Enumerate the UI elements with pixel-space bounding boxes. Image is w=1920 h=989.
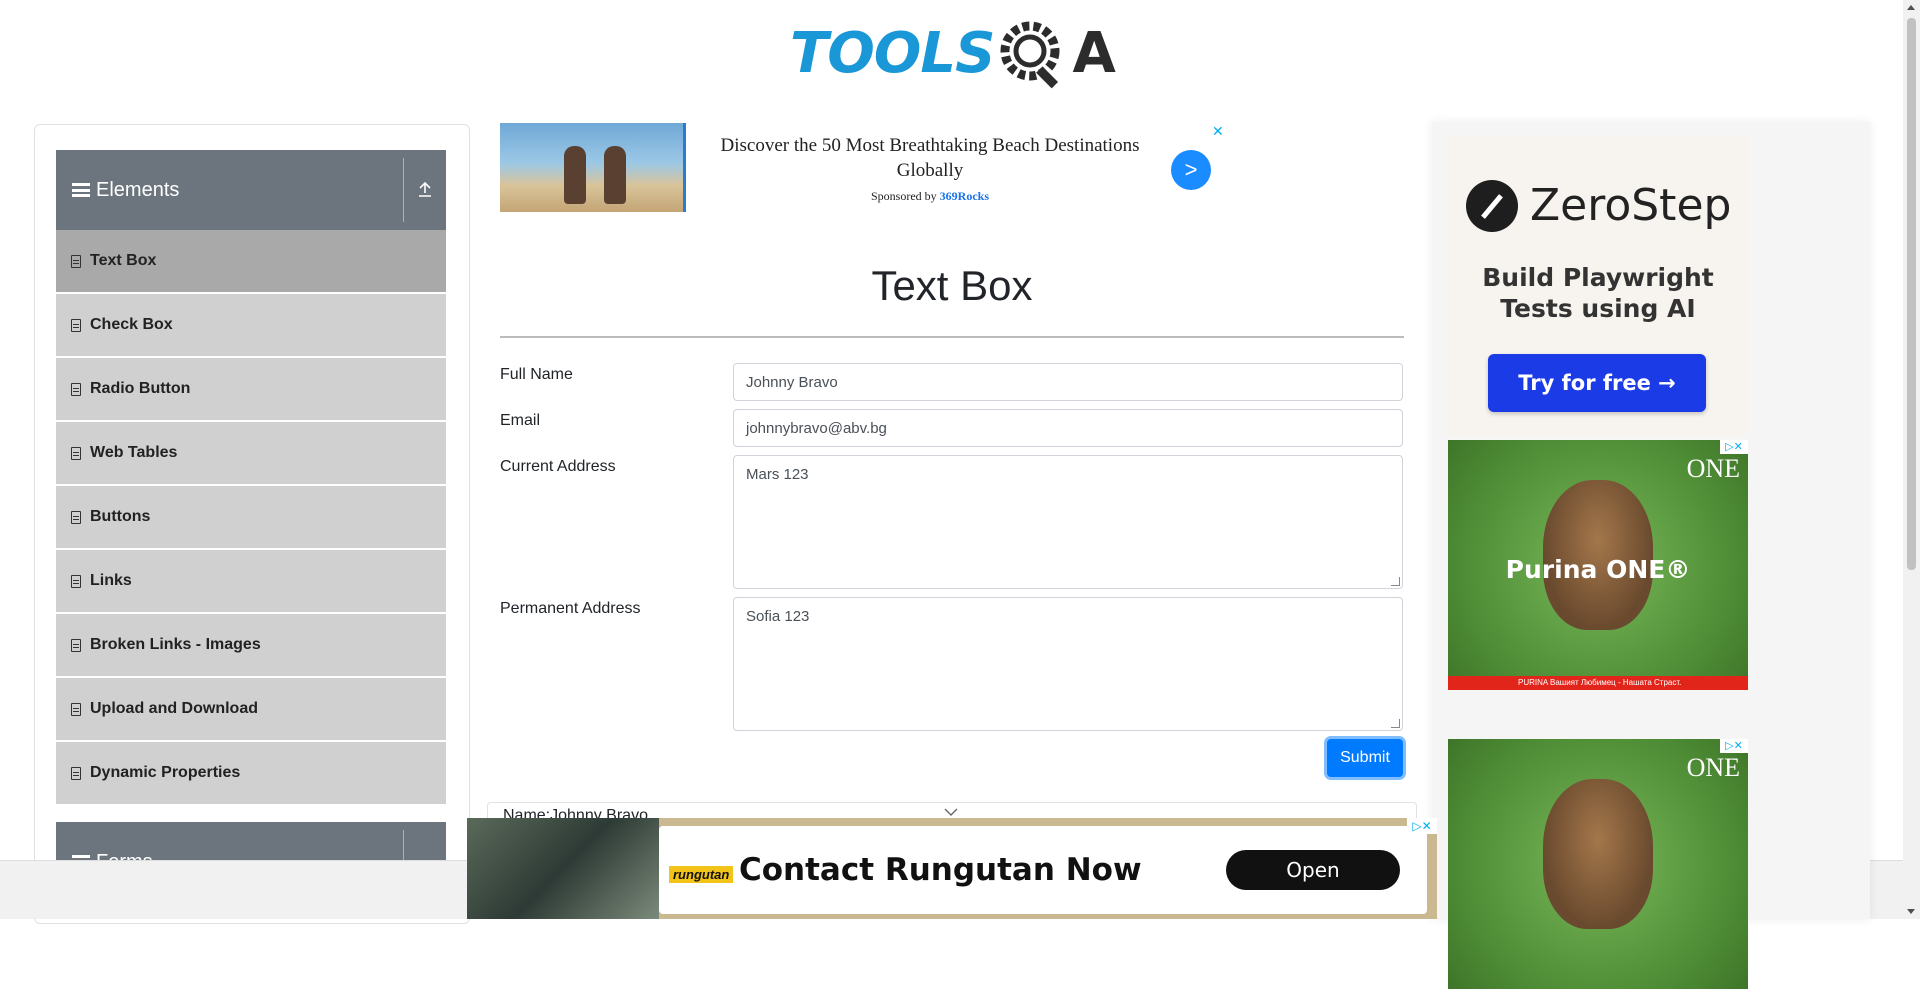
scroll-thumb[interactable] [1907,18,1916,570]
sidebar-item-label: Text Box [90,252,157,269]
permanent-address-textarea[interactable]: Sofia 123 [733,597,1403,731]
resize-handle-icon[interactable] [1391,577,1400,586]
item-icon [71,510,81,524]
sidebar-item-label: Dynamic Properties [90,764,241,781]
full-name-value: Johnny Bravo [746,373,838,391]
tagline-line-1: Build Playwright [1482,263,1714,292]
close-icon[interactable]: ✕ [1212,123,1224,140]
purina-one-logo: ONE [1686,753,1740,782]
sidebar-item-label: Radio Button [90,380,191,397]
full-name-label: Full Name [500,366,573,383]
zerostep-tagline: Build Playwright Tests using AI [1448,262,1748,324]
purina-one-logo: ONE [1686,454,1740,483]
dog-image [1543,779,1653,929]
toolsqa-logo[interactable]: TOOLS A [790,14,1120,94]
resize-handle-icon[interactable] [1391,719,1400,728]
ad-open-button[interactable]: Open [1226,850,1400,890]
ad-figure [604,146,626,204]
ad-sidebar-right: ZeroStep Build Playwright Tests using AI… [1432,122,1870,989]
full-name-input[interactable]: Johnny Bravo [733,363,1403,401]
submit-button[interactable]: Submit [1327,739,1403,777]
sidebar-item-text-box[interactable]: Text Box [56,230,446,292]
tagline-line-2: Tests using AI [1500,294,1696,323]
sidebar-item-web-tables[interactable]: Web Tables [56,422,446,484]
ad-group-photo [467,818,659,919]
ad-beach-image [500,123,686,212]
ad-close-icon[interactable]: ▷✕ [1407,818,1437,834]
purina-bar: PURINA Вашият Любимец - Нашата Страст. [1448,676,1748,690]
item-icon [71,446,81,460]
purina-ad-2[interactable]: ONE ▷✕ [1448,739,1748,989]
permanent-address-label: Permanent Address [500,600,641,617]
zerostep-ad[interactable]: ZeroStep Build Playwright Tests using AI… [1448,136,1748,436]
ad-panel: rungutan Contact Rungutan Now Open [659,826,1427,914]
sidebar-item-label: Buttons [90,508,151,525]
sidebar-item-dynamic-properties[interactable]: Dynamic Properties [56,742,446,804]
ad-banner-bottom[interactable]: rungutan Contact Rungutan Now Open ▷✕ [467,818,1437,919]
purina-ad[interactable]: ONE Purina ONE® PURINA Вашият Любимец - … [1448,440,1748,690]
ad-headline: Contact Rungutan Now [739,852,1142,888]
logo-a: A [1072,21,1116,86]
sidebar-item-label: Broken Links - Images [90,636,261,653]
rungutan-logo: rungutan [669,866,734,883]
purina-name: Purina ONE® [1505,555,1691,584]
ad-choices-icon[interactable]: ▷✕ [1720,739,1748,753]
ad-choices-icon[interactable]: ▷✕ [1720,440,1748,454]
item-icon [71,318,81,332]
scroll-up-icon[interactable] [1907,5,1915,10]
sidebar-item-label: Web Tables [90,444,178,461]
sidebar-item-broken-links[interactable]: Broken Links - Images [56,614,446,676]
menu-icon [72,183,90,197]
try-free-button[interactable]: Try for free → [1488,354,1706,412]
item-icon [71,638,81,652]
item-icon [71,574,81,588]
logo-text: TOOLS [790,21,995,86]
email-value: johnnybravo@abv.bg [746,419,887,437]
ad-go-button[interactable]: > [1171,150,1211,190]
sidebar-item-radio-button[interactable]: Radio Button [56,358,446,420]
sidebar-item-label: Check Box [90,316,173,333]
sidebar-item-check-box[interactable]: Check Box [56,294,446,356]
group-header-elements[interactable]: Elements [56,150,446,230]
zerostep-logo-icon [1466,180,1518,232]
sidebar-item-buttons[interactable]: Buttons [56,486,446,548]
ad-title: Discover the 50 Most Breathtaking Beach … [720,135,1140,181]
page-title: Text Box [871,262,1033,309]
email-input[interactable]: johnnybravo@abv.bg [733,409,1403,447]
permanent-address-value: Sofia 123 [746,608,810,625]
sidebar-item-label: Links [90,572,132,589]
scroll-down-icon[interactable] [1907,909,1915,914]
current-address-textarea[interactable]: Mars 123 [733,455,1403,589]
gear-search-icon [998,17,1072,91]
sidebar-item-links[interactable]: Links [56,550,446,612]
vertical-scrollbar[interactable] [1903,0,1920,919]
ad-sponsor-prefix: Sponsored by [870,189,937,203]
current-address-label: Current Address [500,458,616,475]
item-icon [71,254,81,268]
item-icon [71,766,81,780]
item-icon [71,702,81,716]
zerostep-brand: ZeroStep [1530,180,1732,231]
title-divider [500,336,1404,338]
ad-sponsor: Sponsored by 369Rocks [690,189,1170,204]
left-panel: Elements Text Box Check Box Radio Button… [34,124,470,924]
elements-menu-list: Text Box Check Box Radio Button Web Tabl… [56,230,446,806]
current-address-value: Mars 123 [746,466,809,483]
group-label-elements: Elements [96,178,180,201]
divider [403,158,404,222]
chevron-down-icon [944,808,958,816]
email-label: Email [500,412,541,429]
sidebar-item-label: Upload and Download [90,700,258,717]
sidebar-item-upload-download[interactable]: Upload and Download [56,678,446,740]
ad-banner-top[interactable]: Discover the 50 Most Breathtaking Beach … [500,123,1228,213]
item-icon [71,382,81,396]
collapse-icon[interactable] [414,178,436,200]
ad-figure [564,146,586,204]
ad-sponsor-link[interactable]: 369Rocks [940,189,989,203]
